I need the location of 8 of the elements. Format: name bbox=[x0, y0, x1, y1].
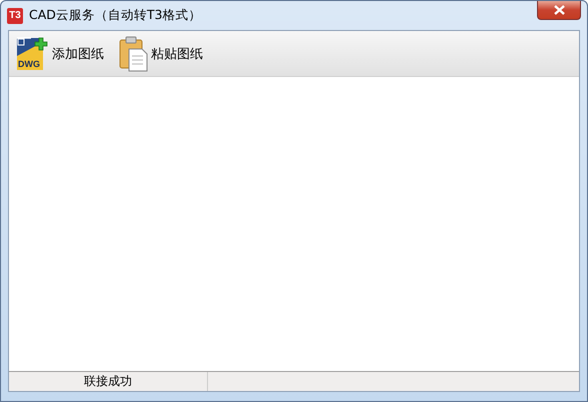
app-icon: T3 bbox=[7, 8, 23, 24]
toolbar-button[interactable]: DWG 添加图纸 bbox=[11, 34, 108, 74]
clipboard-icon bbox=[118, 36, 148, 72]
toolbar-button[interactable]: 粘贴图纸 bbox=[114, 34, 207, 74]
close-icon bbox=[554, 5, 564, 15]
window-title: CAD云服务（自动转T3格式） bbox=[29, 7, 202, 24]
close-button[interactable] bbox=[537, 1, 581, 20]
status-text: 联接成功 bbox=[9, 372, 208, 391]
